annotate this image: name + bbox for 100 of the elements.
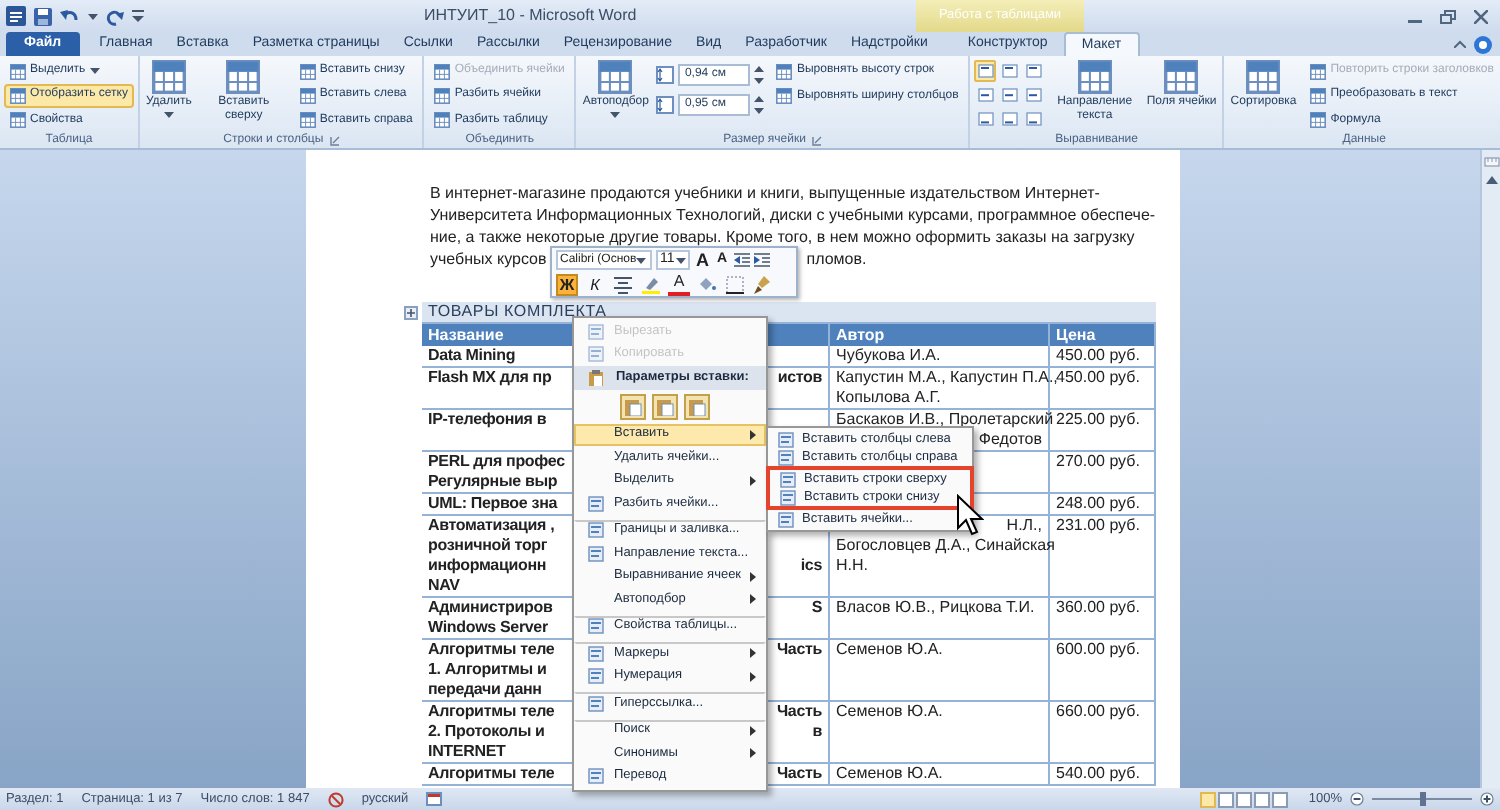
cell-text: IP-телефония в [428,410,547,430]
cell-text: Семенов Ю.А. [836,764,943,784]
cell-text: 248.00 руб. [1056,494,1140,512]
menu-item-icon [587,668,603,685]
cell-text: истов [777,368,822,388]
caret-icon [89,68,100,75]
dialog-launcher-icon[interactable] [329,135,340,145]
cell-text: Капустин М.А., Капустин П.А., [836,368,1058,388]
window-title: ИНТУИТ_10 - Microsoft Word [424,4,637,28]
customize-icon[interactable] [132,10,144,22]
text-alignment-icon [1025,88,1042,102]
menu-item-icon [587,323,603,340]
table-icon [1077,60,1112,94]
macro-icon[interactable] [426,792,443,806]
alignment-button[interactable] [974,84,997,106]
submenu-arrow-icon [750,475,756,486]
row-size-icon [656,95,675,113]
zoom-in-icon[interactable] [1480,792,1494,806]
cell-text: 600.00 руб. [1056,640,1140,658]
cell-text: розничной торг [428,536,548,556]
italic-button[interactable]: К [584,273,606,295]
paste-option-button[interactable] [652,393,678,419]
text-alignment-icon [977,64,994,78]
table-icon [226,60,261,94]
maximize-icon[interactable] [1440,9,1456,23]
alignment-button[interactable] [974,60,997,82]
cell-text: 270.00 руб. [1056,452,1140,470]
cell-text: Баскаков И.В., Пролетарский [836,410,1054,430]
clipboard-icon [688,397,706,415]
cell-text: 231.00 руб. [1056,516,1140,534]
cell-text: 660.00 руб. [1056,702,1140,720]
column-header: Название [428,326,504,344]
alignment-button[interactable] [998,60,1021,82]
cell-text: Алгоритмы теле [428,702,555,722]
cell-text: Н.Н. [836,556,868,576]
caret-icon [610,112,621,118]
scrollbar[interactable] [1480,150,1500,788]
save-icon[interactable] [34,7,52,25]
zoom-out-icon[interactable] [1350,792,1364,806]
table-icon [10,112,26,129]
table-icon [434,87,451,104]
alignment-button[interactable] [1022,108,1045,130]
undo-icon[interactable] [60,7,80,25]
column-header: Автор [836,326,885,344]
cell-text: Власов Ю.В., Рицкова Т.И. [836,598,1035,618]
menu-item-icon [587,346,603,363]
submenu-arrow-icon [750,429,756,440]
cell-text: Семенов Ю.А. [836,702,943,722]
cell-text: Часть [776,764,822,784]
cell-text: Алгоритмы теле [428,764,555,784]
view-mode-icons[interactable] [1200,791,1289,807]
dialog-launcher-icon[interactable] [811,135,822,145]
submenu-arrow-icon [750,671,756,682]
collapse-ribbon-icon[interactable] [1454,40,1466,48]
cell-text: Семенов Ю.А. [836,640,943,660]
table-move-handle-icon[interactable] [404,306,418,320]
paste-option-button[interactable] [684,393,710,419]
font-color-button[interactable]: A [668,273,690,295]
table-icon [1246,60,1281,94]
bold-button[interactable]: Ж [556,273,578,295]
cell-text: Администриров [428,598,553,618]
table-icon [598,60,633,94]
table-icon [151,60,186,94]
submenu-arrow-icon [750,571,756,582]
paragraph-text: учебных курсов [430,248,547,270]
alignment-button[interactable] [998,84,1021,106]
close-icon[interactable] [1474,9,1488,23]
table-icon [10,87,26,104]
app-icon[interactable] [6,6,26,26]
menu-item-icon [587,645,603,662]
alignment-button[interactable] [1022,60,1045,82]
paste-option-button[interactable] [620,393,646,419]
grow-font-button[interactable]: A [694,250,711,270]
caret-icon [88,13,98,19]
cell-text: 225.00 руб. [1056,410,1140,428]
caret-icon [636,257,647,263]
slider-thumb[interactable] [1419,792,1425,806]
increase-indent-icon[interactable] [753,252,770,268]
cell-text: Часть [776,640,822,660]
redo-icon[interactable] [106,7,124,25]
cell-text: Богословцев Д.А., Синайская [836,536,1055,556]
alignment-button[interactable] [1022,84,1045,106]
scroll-up-icon[interactable] [1485,176,1497,184]
paragraph-text: ние, а также некоторые другие товары. Кроме того, в нем можно оформить заказы на загрузку [430,226,1135,248]
cell-text: Автоматизация , [428,516,555,536]
alignment-button[interactable] [974,108,997,130]
menu-item-icon [587,545,603,562]
submenu-arrow-icon [750,594,756,605]
cell-text: информационн [428,556,547,576]
cell-text: S [811,598,822,618]
table-title: ТОВАРЫ КОМПЛЕКТА [428,302,607,320]
text-alignment-icon [977,88,994,102]
cell-text: Чубукова И.А. [836,346,941,366]
cell-text: Data Mining [428,346,516,366]
help-icon[interactable] [1474,35,1492,53]
alignment-button[interactable] [998,108,1021,130]
cell-text: Часть [776,702,822,722]
proofing-icon[interactable] [327,791,344,807]
cell-text: 360.00 руб. [1056,598,1140,616]
decrease-indent-icon[interactable] [733,252,750,268]
